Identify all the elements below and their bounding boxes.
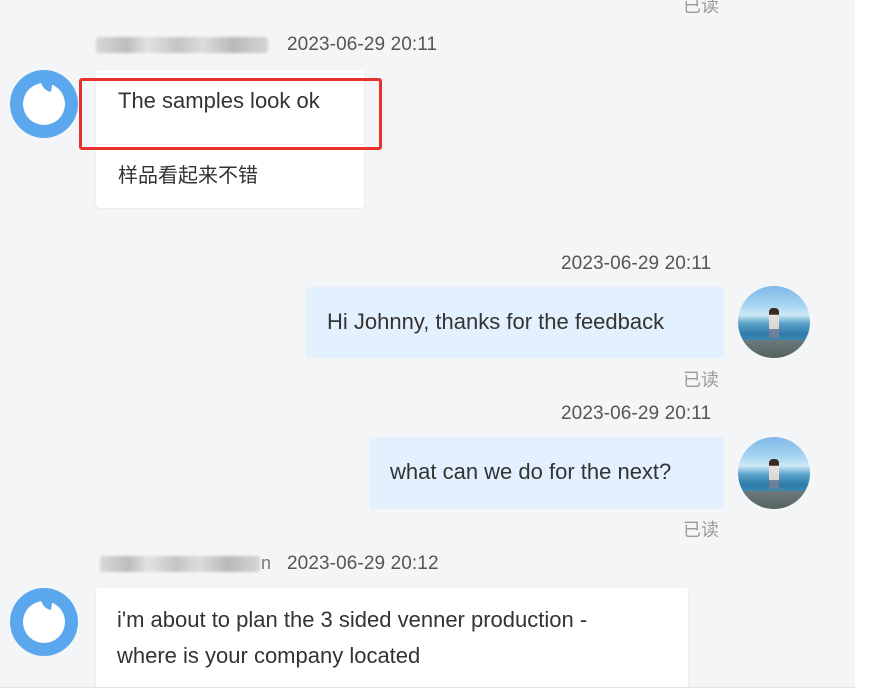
message-timestamp: 2023-06-29 20:11 <box>561 253 712 274</box>
message-text: Hi Johnny, thanks for the feedback <box>327 309 665 334</box>
message-text: what can we do for the next? <box>390 459 672 484</box>
read-status: 已读 <box>683 370 719 390</box>
scroll-gutter <box>855 0 872 691</box>
read-status: 已读 <box>683 520 719 540</box>
message-timestamp: 2023-06-29 20:11 <box>561 403 712 424</box>
bottom-border <box>0 687 855 691</box>
incoming-message-bubble[interactable]: i'm about to plan the 3 sided venner pro… <box>96 588 688 687</box>
message-timestamp: 2023-06-29 20:11 <box>287 34 438 55</box>
message-timestamp: 2023-06-29 20:12 <box>287 553 439 574</box>
read-status-top: 已读 <box>683 0 719 16</box>
user-avatar-icon[interactable] <box>738 286 810 358</box>
message-text-line: i'm about to plan the 3 sided venner pro… <box>117 607 588 632</box>
message-translation: 样品看起来不错 <box>118 165 258 187</box>
outgoing-message-bubble[interactable]: Hi Johnny, thanks for the feedback <box>306 287 724 358</box>
sender-avatar-icon[interactable] <box>10 588 78 656</box>
sender-name-tail: n <box>261 553 272 573</box>
user-avatar-icon[interactable] <box>738 437 810 509</box>
chat-panel[interactable]: 已读 2023-06-29 20:11 The samples look ok … <box>0 0 855 687</box>
sender-avatar-icon[interactable] <box>10 70 78 138</box>
highlight-annotation <box>79 78 382 150</box>
sender-name-blurred <box>96 37 268 53</box>
sender-name-blurred <box>100 556 260 572</box>
message-text-line: where is your company located <box>117 643 421 668</box>
outgoing-message-bubble[interactable]: what can we do for the next? <box>369 437 724 509</box>
